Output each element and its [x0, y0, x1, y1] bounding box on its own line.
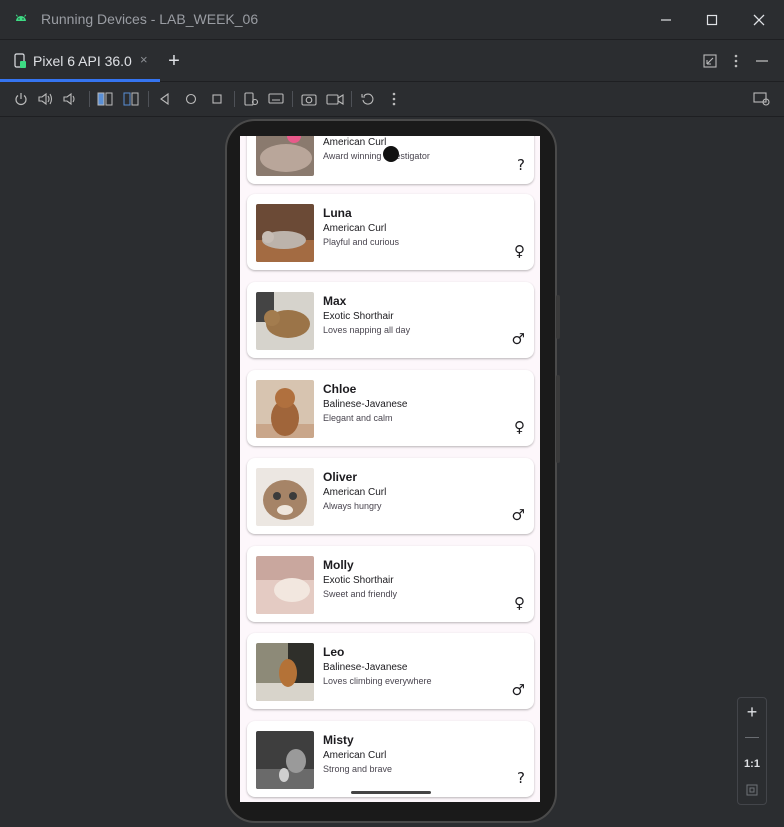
device-mirroring-icon[interactable]	[753, 90, 771, 108]
cat-photo	[256, 136, 314, 176]
gender-female-icon: ♀	[514, 594, 525, 612]
rotate-right-icon[interactable]	[122, 90, 140, 108]
cat-card[interactable]: Max Exotic Shorthair Loves napping all d…	[247, 282, 534, 358]
screenshot-icon[interactable]	[300, 90, 318, 108]
android-icon	[15, 14, 27, 21]
cat-photo	[256, 292, 314, 350]
cat-name: Leo	[323, 645, 345, 659]
cat-breed: Exotic Shorthair	[323, 311, 394, 322]
zoom-actual-size-button[interactable]: 1:1	[738, 758, 766, 770]
cat-description: Award winning investigator	[323, 151, 430, 161]
cat-breed: American Curl	[323, 487, 387, 498]
cat-description: Playful and curious	[323, 237, 400, 247]
phone-power-button	[556, 295, 560, 339]
zoom-out-button[interactable]: —	[738, 728, 766, 744]
cat-card[interactable]: Misty American Curl Strong and brave ?	[247, 721, 534, 797]
device-toolbar	[0, 82, 784, 117]
maximize-button[interactable]	[690, 4, 734, 36]
cat-description: Elegant and calm	[323, 413, 393, 423]
zoom-controls: + — 1:1	[737, 697, 767, 805]
cat-breed: Exotic Shorthair	[323, 575, 394, 586]
title-bar: Running Devices - LAB_WEEK_06	[0, 0, 784, 40]
gesture-navigation-bar[interactable]	[351, 791, 431, 794]
hide-icon[interactable]	[752, 51, 772, 71]
add-tab-icon[interactable]: +	[164, 50, 184, 72]
gender-female-icon: ♀	[514, 242, 525, 260]
maximize-icon	[706, 14, 718, 26]
cat-photo	[256, 204, 314, 262]
toolbar-divider	[234, 91, 235, 107]
cat-photo	[256, 731, 314, 789]
tab-pixel-6[interactable]: Pixel 6 API 36.0 ×	[0, 40, 160, 82]
cat-photo	[256, 643, 314, 701]
toolbar-divider	[89, 91, 90, 107]
rotate-left-icon[interactable]	[96, 90, 114, 108]
cat-breed: Balinese-Javanese	[323, 662, 408, 673]
gender-male-icon: ♂	[511, 506, 525, 524]
cat-card[interactable]: Luna American Curl Playful and curious ♀	[247, 194, 534, 270]
gender-unknown-icon: ?	[517, 769, 525, 787]
fit-screen-icon[interactable]	[746, 784, 758, 796]
running-devices-window: Running Devices - LAB_WEEK_06 Pixel 6 AP…	[0, 0, 784, 827]
cat-photo	[256, 556, 314, 614]
tab-label: Pixel 6 API 36.0	[33, 53, 132, 69]
volume-up-icon[interactable]	[37, 90, 55, 108]
phone-screen[interactable]: American Curl Award winning investigator…	[240, 136, 540, 802]
phone-volume-button	[556, 375, 560, 463]
home-icon[interactable]	[182, 90, 200, 108]
power-icon[interactable]	[12, 90, 30, 108]
keyboard-icon[interactable]	[267, 90, 285, 108]
cat-photo	[256, 468, 314, 526]
tab-bar: Pixel 6 API 36.0 × +	[0, 40, 784, 82]
minimize-icon	[661, 19, 671, 21]
cat-breed: American Curl	[323, 223, 387, 234]
back-icon[interactable]	[156, 90, 174, 108]
cat-card[interactable]: Oliver American Curl Always hungry ♂	[247, 458, 534, 534]
close-window-button[interactable]	[737, 4, 781, 36]
cat-card[interactable]: Chloe Balinese-Javanese Elegant and calm…	[247, 370, 534, 446]
cat-name: Luna	[323, 206, 352, 220]
device-icon	[14, 53, 26, 68]
volume-down-icon[interactable]	[62, 90, 80, 108]
toolbar-divider	[148, 91, 149, 107]
cat-breed: American Curl	[323, 750, 387, 761]
minimize-button[interactable]	[644, 4, 688, 36]
gender-female-icon: ♀	[514, 418, 525, 436]
toolbar-divider	[351, 91, 352, 107]
toolbar-divider	[292, 91, 293, 107]
cat-name: Molly	[323, 558, 354, 572]
more-options-icon[interactable]	[726, 51, 746, 71]
zoom-in-button[interactable]: +	[738, 702, 766, 723]
cat-description: Always hungry	[323, 501, 382, 511]
snapshot-icon[interactable]	[359, 90, 377, 108]
device-settings-icon[interactable]	[242, 90, 260, 108]
cat-description: Loves climbing everywhere	[323, 676, 432, 686]
toolbar-more-icon[interactable]	[385, 90, 403, 108]
cat-name: Chloe	[323, 382, 357, 396]
cat-card[interactable]: Molly Exotic Shorthair Sweet and friendl…	[247, 546, 534, 622]
cat-description: Sweet and friendly	[323, 589, 398, 599]
cat-description: Loves napping all day	[323, 325, 411, 335]
cat-name: Max	[323, 294, 347, 308]
cat-description: Strong and brave	[323, 764, 393, 774]
cat-name: Misty	[323, 733, 354, 747]
cat-name: Oliver	[323, 470, 358, 484]
gender-male-icon: ♂	[511, 681, 525, 699]
cat-breed: Balinese-Javanese	[323, 399, 408, 410]
tab-close-icon[interactable]: ×	[140, 52, 148, 67]
cat-photo	[256, 380, 314, 438]
cat-card[interactable]: Leo Balinese-Javanese Loves climbing eve…	[247, 633, 534, 709]
restore-layout-icon[interactable]	[700, 51, 720, 71]
overview-icon[interactable]	[208, 90, 226, 108]
screen-record-icon[interactable]	[326, 90, 344, 108]
window-title: Running Devices - LAB_WEEK_06	[41, 11, 259, 27]
cat-breed: American Curl	[323, 137, 387, 148]
close-icon	[753, 14, 765, 26]
gender-unknown-icon: ?	[517, 156, 525, 174]
gender-male-icon: ♂	[511, 330, 525, 348]
front-camera	[383, 146, 399, 162]
